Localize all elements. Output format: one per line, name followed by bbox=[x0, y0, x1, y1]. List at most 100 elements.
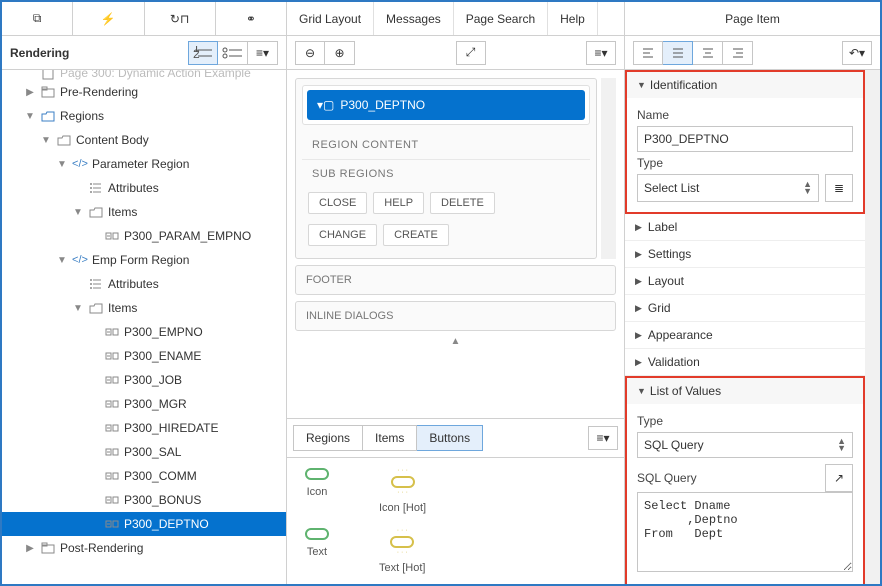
tree-row[interactable]: P300_HIREDATE bbox=[2, 416, 286, 440]
item-icon bbox=[104, 348, 120, 364]
expand-button[interactable]: ⤢ bbox=[456, 41, 486, 65]
property-editor[interactable]: ▼ Identification Name Type Select List ▲… bbox=[625, 70, 880, 584]
twisty-icon[interactable]: ▶ bbox=[24, 543, 36, 554]
align-justify-button[interactable] bbox=[663, 41, 693, 65]
tree-row[interactable]: P300_DEPTNO bbox=[2, 512, 286, 536]
twisty-icon[interactable]: ▼ bbox=[72, 207, 84, 218]
twisty-icon[interactable]: ▼ bbox=[56, 255, 68, 266]
zoom-out-button[interactable]: ⊖ bbox=[295, 41, 325, 65]
selected-item-bar[interactable]: ▾▢ P300_DEPTNO bbox=[307, 90, 585, 120]
region-button-close[interactable]: CLOSE bbox=[308, 192, 367, 214]
tree-row[interactable]: P300_EMPNO bbox=[2, 320, 286, 344]
item-icon bbox=[104, 420, 120, 436]
tab-shared-icon[interactable]: ⚭ bbox=[216, 2, 286, 35]
center-tab-page search[interactable]: Page Search bbox=[454, 2, 548, 35]
gallery[interactable]: Icon · · ·· · ·Icon [Hot] Text · · ·· · ·Te… bbox=[287, 458, 624, 584]
tree-row[interactable]: P300_ENAME bbox=[2, 344, 286, 368]
right-tab[interactable]: Page Item bbox=[625, 2, 880, 36]
layout-canvas[interactable]: ▾▢ P300_DEPTNO REGION CONTENT SUB REGION… bbox=[287, 70, 624, 418]
property-menu-button[interactable]: ↶▾ bbox=[842, 41, 872, 65]
tree-row[interactable]: P300_JOB bbox=[2, 368, 286, 392]
center-tab-messages[interactable]: Messages bbox=[374, 2, 454, 35]
align-center-button[interactable] bbox=[693, 41, 723, 65]
align-left-button[interactable] bbox=[633, 41, 663, 65]
tree-row[interactable]: ▼</>Emp Form Region bbox=[2, 248, 286, 272]
gallery-item[interactable]: Text bbox=[305, 528, 329, 574]
code-icon: </> bbox=[72, 252, 88, 268]
group-appearance-header[interactable]: ▶Appearance bbox=[625, 322, 865, 349]
identification-header[interactable]: ▼ Identification bbox=[627, 72, 863, 98]
tree-row[interactable]: ▼</>Parameter Region bbox=[2, 152, 286, 176]
sql-expand-button[interactable]: ↗ bbox=[825, 464, 853, 492]
tree-row[interactable]: ▼Items bbox=[2, 296, 286, 320]
tab-processing-icon[interactable]: ↻⊓ bbox=[145, 2, 216, 35]
tree-row[interactable]: Attributes bbox=[2, 176, 286, 200]
tab-dynamic-actions-icon[interactable]: ⚡ bbox=[73, 2, 144, 35]
tree-row[interactable]: ▼Regions bbox=[2, 104, 286, 128]
tab-rendering-icon[interactable]: ⧉ bbox=[2, 2, 73, 35]
gallery-tab-regions[interactable]: Regions bbox=[293, 425, 363, 451]
zoom-in-button[interactable]: ⊕ bbox=[325, 41, 355, 65]
tree-row[interactable]: P300_BONUS bbox=[2, 488, 286, 512]
layout-scrollbar[interactable] bbox=[601, 78, 616, 259]
tree-row[interactable]: ▼Items bbox=[2, 200, 286, 224]
group-validation-header[interactable]: ▶Validation bbox=[625, 349, 865, 376]
twisty-icon[interactable]: ▼ bbox=[40, 135, 52, 146]
inline-dialogs-section[interactable]: INLINE DIALOGS bbox=[295, 301, 616, 331]
group-label-header[interactable]: ▶Label bbox=[625, 214, 865, 241]
view-menu-button[interactable]: ≡▾ bbox=[248, 41, 278, 65]
gallery-item[interactable]: · · ·· · ·Text [Hot] bbox=[379, 528, 425, 574]
region-button-change[interactable]: CHANGE bbox=[308, 224, 377, 246]
align-right-button[interactable] bbox=[723, 41, 753, 65]
type-select[interactable]: Select List ▲▼ bbox=[637, 174, 819, 202]
tree-row[interactable]: Attributes bbox=[2, 272, 286, 296]
group-settings-header[interactable]: ▶Settings bbox=[625, 241, 865, 268]
folder-icon bbox=[40, 540, 56, 556]
view-group-button[interactable] bbox=[218, 41, 248, 65]
region-button-delete[interactable]: DELETE bbox=[430, 192, 495, 214]
item-icon bbox=[104, 516, 120, 532]
identification-group: ▼ Identification Name Type Select List ▲… bbox=[625, 70, 865, 214]
twisty-icon[interactable]: ▶ bbox=[24, 87, 36, 98]
tree-row[interactable]: ▼Content Body bbox=[2, 128, 286, 152]
twisty-icon[interactable]: ▼ bbox=[24, 111, 36, 122]
gallery-menu-button[interactable]: ≡▾ bbox=[588, 426, 618, 450]
center-tab-help[interactable]: Help bbox=[548, 2, 598, 35]
type-options-button[interactable]: ≣ bbox=[825, 174, 853, 202]
region-button-help[interactable]: HELP bbox=[373, 192, 424, 214]
tree-row[interactable]: P300_PARAM_EMPNO bbox=[2, 224, 286, 248]
center-tab-grid layout[interactable]: Grid Layout bbox=[287, 2, 374, 35]
tree-row[interactable]: P300_COMM bbox=[2, 464, 286, 488]
view-tree-button[interactable]: 12 bbox=[188, 41, 218, 65]
gallery-tab-items[interactable]: Items bbox=[363, 425, 417, 451]
region-box[interactable]: ▾▢ P300_DEPTNO REGION CONTENT SUB REGION… bbox=[295, 78, 597, 259]
gallery-item[interactable]: · · ·· · ·Icon [Hot] bbox=[379, 468, 426, 514]
tree-row[interactable]: ▶Post-Rendering bbox=[2, 536, 286, 560]
tree-row[interactable]: ▶Pre-Rendering bbox=[2, 80, 286, 104]
gallery-item[interactable]: Icon bbox=[305, 468, 329, 514]
tree[interactable]: Page 300: Dynamic Action Example▶Pre-Ren… bbox=[2, 70, 286, 584]
hamburger-icon: ≡▾ bbox=[594, 46, 607, 60]
twisty-icon[interactable]: ▼ bbox=[72, 303, 84, 314]
group-grid-header[interactable]: ▶Grid bbox=[625, 295, 865, 322]
layout-menu-button[interactable]: ≡▾ bbox=[586, 41, 616, 65]
property-scrollbar[interactable] bbox=[865, 70, 880, 584]
center-tabbar: Grid LayoutMessagesPage SearchHelp bbox=[287, 2, 624, 36]
region-button-create[interactable]: CREATE bbox=[383, 224, 449, 246]
lov-header[interactable]: ▼ List of Values bbox=[627, 378, 863, 404]
sql-query-textarea[interactable] bbox=[637, 492, 853, 572]
tree-row[interactable]: Page 300: Dynamic Action Example bbox=[2, 70, 286, 80]
name-input[interactable] bbox=[637, 126, 853, 152]
tree-row[interactable]: P300_MGR bbox=[2, 392, 286, 416]
chevron-right-icon: ▶ bbox=[635, 303, 642, 314]
gallery-tab-buttons[interactable]: Buttons bbox=[417, 425, 483, 451]
tree-row[interactable]: P300_SAL bbox=[2, 440, 286, 464]
lov-type-select[interactable]: SQL Query ▲▼ bbox=[637, 432, 853, 458]
twisty-icon[interactable]: ▼ bbox=[56, 159, 68, 170]
splitter-handle[interactable]: ▲ bbox=[295, 337, 616, 345]
folder-icon bbox=[40, 84, 56, 100]
group-layout-header[interactable]: ▶Layout bbox=[625, 268, 865, 295]
footer-section[interactable]: FOOTER bbox=[295, 265, 616, 295]
tree-label: Attributes bbox=[108, 181, 159, 195]
group-title: Settings bbox=[648, 247, 691, 261]
